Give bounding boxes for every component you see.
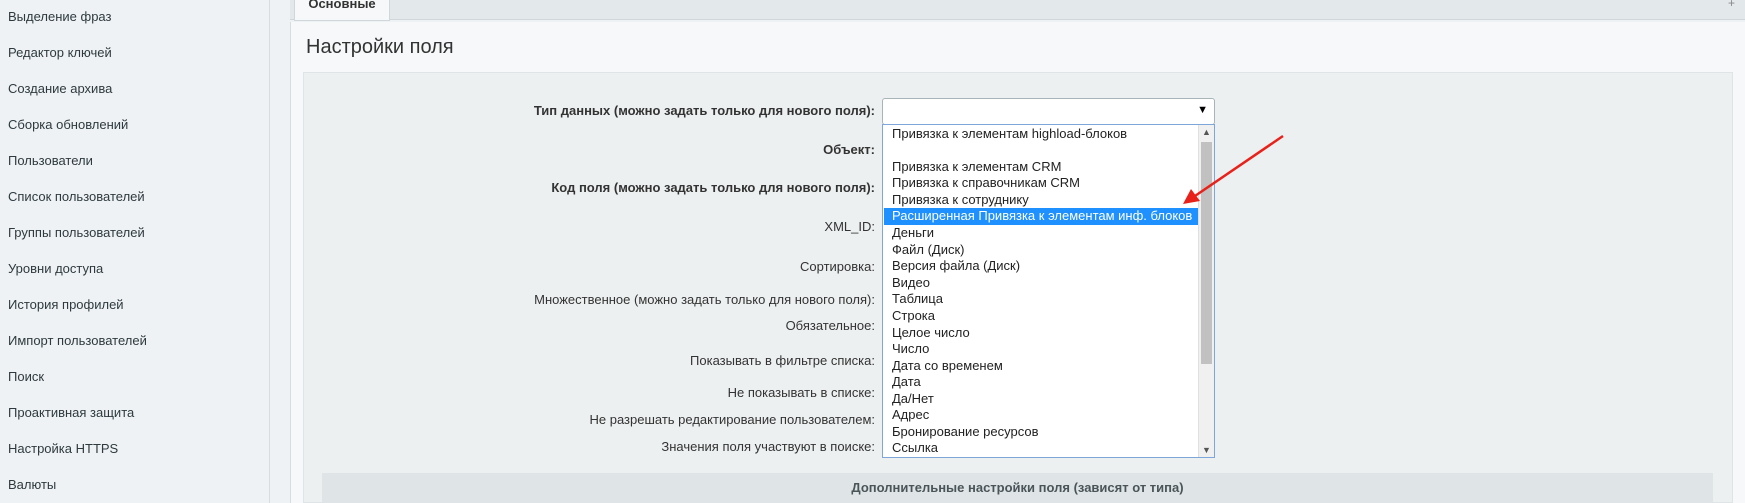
data-type-dropdown-list[interactable]: Привязка к элементам highload-блоков При… (882, 124, 1215, 458)
option-highload-binding[interactable]: Привязка к элементам highload-блоков (884, 126, 1198, 143)
option-address[interactable]: Адрес (884, 407, 1198, 424)
sidebar: Выделение фраз Редактор ключей Создание … (0, 0, 270, 503)
sidebar-item-currencies[interactable]: Валюты (8, 475, 56, 495)
chevron-down-icon: ▼ (1197, 104, 1208, 116)
label-multiple: Множественное (можно задать только для н… (534, 292, 875, 307)
option-blank[interactable] (884, 143, 1198, 160)
page-title: Настройки поля (306, 36, 454, 58)
option-employee-binding[interactable]: Привязка к сотруднику (884, 192, 1198, 209)
scroll-down-icon[interactable]: ▼ (1202, 445, 1211, 455)
label-required: Обязательное: (785, 318, 875, 333)
extra-settings-header: Дополнительные настройки поля (зависят о… (322, 473, 1713, 503)
data-type-select[interactable]: ▼ (882, 98, 1215, 125)
label-hide-in-list: Не показывать в списке: (727, 385, 875, 400)
label-sort: Сортировка: (800, 259, 875, 274)
sidebar-item-users[interactable]: Пользователи (8, 151, 93, 171)
label-show-in-filter: Показывать в фильтре списка: (690, 353, 875, 368)
option-integer[interactable]: Целое число (884, 325, 1198, 342)
option-datetime[interactable]: Дата со временем (884, 358, 1198, 375)
label-no-user-edit: Не разрешать редактирование пользователе… (589, 412, 875, 427)
sidebar-item-user-list[interactable]: Список пользователей (8, 187, 145, 207)
option-number[interactable]: Число (884, 341, 1198, 358)
option-table[interactable]: Таблица (884, 291, 1198, 308)
tab-bar (290, 0, 1745, 20)
label-searchable: Значения поля участвуют в поиске: (661, 439, 875, 454)
option-yes-no[interactable]: Да/Нет (884, 391, 1198, 408)
annotation-arrow-icon (1183, 134, 1284, 204)
option-string[interactable]: Строка (884, 308, 1198, 325)
option-video[interactable]: Видео (884, 275, 1198, 292)
sidebar-item-profile-history[interactable]: История профилей (8, 295, 124, 315)
option-date[interactable]: Дата (884, 374, 1198, 391)
option-disk-file-version[interactable]: Версия файла (Диск) (884, 258, 1198, 275)
label-object: Объект: (823, 142, 875, 157)
label-data-type: Тип данных (можно задать только для ново… (533, 103, 875, 118)
option-crm-directories[interactable]: Привязка к справочникам CRM (884, 175, 1198, 192)
sidebar-item-https-settings[interactable]: Настройка HTTPS (8, 439, 118, 459)
option-crm-elements[interactable]: Привязка к элементам CRM (884, 159, 1198, 176)
sidebar-item-proactive-protection[interactable]: Проактивная защита (8, 403, 134, 423)
label-xml-id: XML_ID: (824, 219, 875, 234)
tab-main[interactable]: Основные (294, 0, 390, 21)
pin-icon[interactable]: + (1728, 0, 1735, 10)
option-disk-file[interactable]: Файл (Диск) (884, 242, 1198, 259)
sidebar-item-phrase-highlight[interactable]: Выделение фраз (8, 7, 111, 27)
sidebar-item-key-editor[interactable]: Редактор ключей (8, 43, 112, 63)
sidebar-item-create-archive[interactable]: Создание архива (8, 79, 112, 99)
option-resource-booking[interactable]: Бронирование ресурсов (884, 424, 1198, 441)
sidebar-item-search[interactable]: Поиск (8, 367, 44, 387)
sidebar-item-user-import[interactable]: Импорт пользователей (8, 331, 147, 351)
option-extended-iblock-binding[interactable]: Расширенная Привязка к элементам инф. бл… (884, 208, 1198, 225)
label-field-code: Код поля (можно задать только для нового… (551, 180, 875, 195)
option-link[interactable]: Ссылка (884, 440, 1198, 457)
sidebar-item-build-updates[interactable]: Сборка обновлений (8, 115, 128, 135)
option-money[interactable]: Деньги (884, 225, 1198, 242)
sidebar-item-user-groups[interactable]: Группы пользователей (8, 223, 145, 243)
sidebar-item-access-levels[interactable]: Уровни доступа (8, 259, 103, 279)
